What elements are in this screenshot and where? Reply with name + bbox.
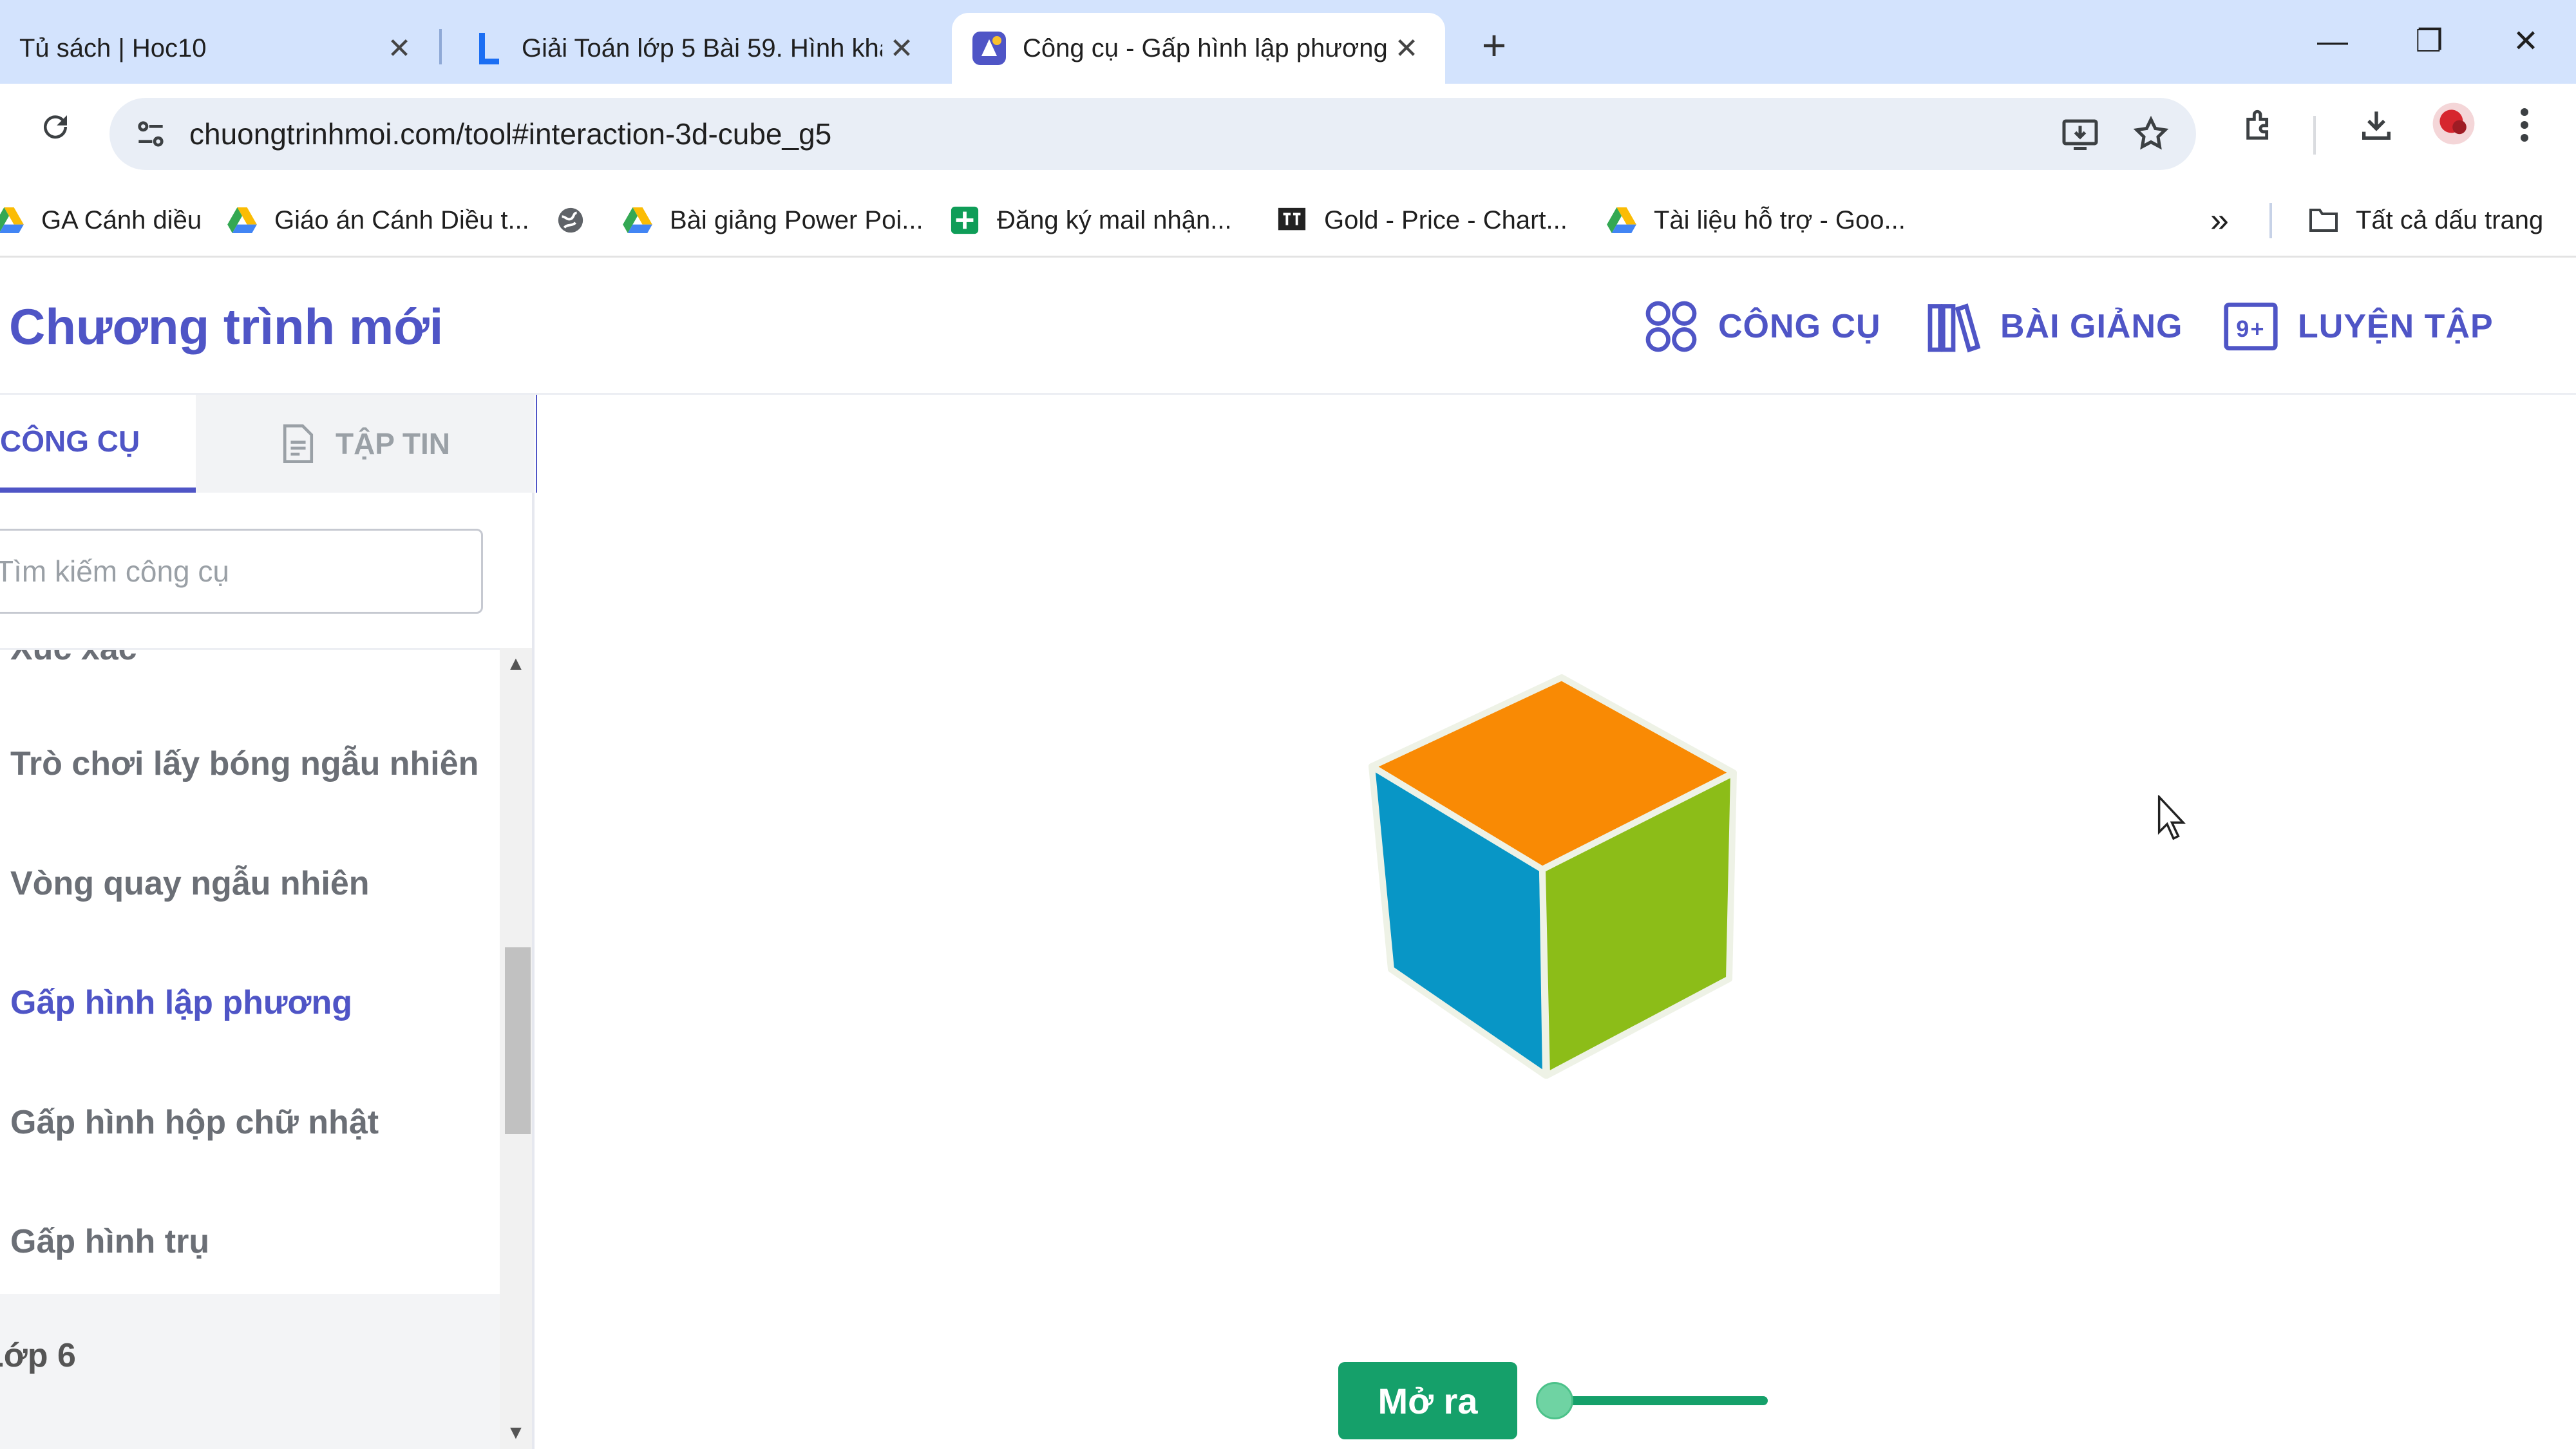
scroll-down-icon[interactable]: ▼ xyxy=(500,1417,532,1449)
drive-icon xyxy=(227,205,258,236)
bookmark-label: Tất cả dấu trang xyxy=(2356,205,2544,234)
bookmark-item[interactable]: Tài liệu hỗ trợ - Goo... xyxy=(1606,198,1906,243)
close-icon[interactable]: ✕ xyxy=(882,32,921,65)
tool-list: Xúc xắc Trò chơi lấy bóng ngẫu nhiên Vòn… xyxy=(0,648,500,1449)
grid-icon xyxy=(1645,301,1697,352)
reload-icon[interactable] xyxy=(23,100,88,165)
drive-icon xyxy=(622,205,653,236)
mouse-cursor-icon xyxy=(2157,795,2186,840)
nav-label: CÔNG CỤ xyxy=(1718,308,1881,345)
app-logo-icon xyxy=(971,30,1007,66)
nav-cong-cu[interactable]: CÔNG CỤ xyxy=(1642,298,1881,355)
tab-hoc10[interactable]: Tủ sách | Hoc10 ✕ xyxy=(0,13,438,84)
bookmark-label: Giáo án Cánh Diều t... xyxy=(274,205,529,234)
site-brand[interactable]: Chương trình mới xyxy=(9,298,443,356)
restore-button[interactable]: ❐ xyxy=(2384,13,2474,71)
close-icon[interactable]: ✕ xyxy=(1387,32,1426,65)
l-logo-icon xyxy=(470,30,506,66)
search-input[interactable] xyxy=(0,554,481,589)
nav-luyen-tap[interactable]: 9+ LUYỆN TẬP xyxy=(2222,298,2494,355)
tab-giai-toan[interactable]: Giải Toán lớp 5 Bài 59. Hình kha ✕ xyxy=(451,13,940,84)
drive-icon xyxy=(0,205,24,236)
sidebar-scrollbar[interactable]: ▲ ▼ xyxy=(500,648,532,1449)
install-app-icon[interactable] xyxy=(2061,115,2099,156)
grade-group[interactable]: Lớp 6 xyxy=(0,1294,500,1449)
practice-icon: 9+ xyxy=(2224,302,2278,351)
drive-icon xyxy=(1606,205,1637,236)
url-text: chuongtrinhmoi.com/tool#interaction-3d-c… xyxy=(189,117,832,151)
nav-label: BÀI GIẢNG xyxy=(2000,308,2183,345)
bookmark-item[interactable] xyxy=(555,198,603,243)
more-menu-icon[interactable] xyxy=(2499,100,2550,165)
toolbar-divider xyxy=(2313,116,2316,155)
site-header: Chương trình mới CÔNG CỤ BÀI GIẢNG 9+ LU… xyxy=(0,258,2576,395)
tool-search-box[interactable] xyxy=(0,529,483,614)
list-item[interactable]: Gấp hình hộp chữ nhật xyxy=(10,1103,379,1142)
tab-cong-cu-sidebar[interactable]: CÔNG CỤ xyxy=(0,395,196,493)
bookmark-label: Bài giảng Power Poi... xyxy=(670,205,923,234)
new-tab-button[interactable]: + xyxy=(1468,21,1520,72)
scroll-thumb[interactable] xyxy=(505,947,531,1134)
bookmark-item[interactable]: GA Cánh diều xyxy=(0,198,202,243)
bookmark-item[interactable]: Bài giảng Power Poi... xyxy=(622,198,923,243)
folder-icon xyxy=(2308,205,2339,236)
bookmark-star-icon[interactable] xyxy=(2132,115,2170,156)
tab-tap-tin[interactable]: TẬP TIN xyxy=(196,395,535,493)
plus-green-icon xyxy=(949,205,980,236)
scroll-up-icon[interactable]: ▲ xyxy=(500,648,532,680)
bookmark-item[interactable]: Đăng ký mail nhận... xyxy=(949,198,1232,243)
tab-title: Giải Toán lớp 5 Bài 59. Hình kha xyxy=(522,33,882,62)
sidebar-tab-label: TẬP TIN xyxy=(335,427,451,460)
bookmark-label: Gold - Price - Chart... xyxy=(1324,205,1567,234)
browser-tabstrip: Tủ sách | Hoc10 ✕ Giải Toán lớp 5 Bài 59… xyxy=(0,0,2576,84)
minimize-button[interactable]: — xyxy=(2287,13,2378,71)
cube-3d[interactable] xyxy=(1340,663,1752,1088)
nav-label: LUYỆN TẬP xyxy=(2298,308,2494,345)
address-bar[interactable]: chuongtrinhmoi.com/tool#interaction-3d-c… xyxy=(109,98,2196,170)
bookmark-label: GA Cánh diều xyxy=(41,205,202,234)
fold-slider[interactable] xyxy=(1536,1378,1768,1423)
tab-cong-cu[interactable]: Công cụ - Gấp hình lập phương ✕ xyxy=(952,13,1445,84)
list-item[interactable]: Gấp hình trụ xyxy=(10,1222,209,1261)
bookmarks-divider xyxy=(2269,203,2272,238)
avatar[interactable] xyxy=(2421,100,2486,165)
sidebar-tabs: CÔNG CỤ TẬP TIN xyxy=(0,395,535,493)
download-icon[interactable] xyxy=(2344,100,2409,165)
tab-title: Công cụ - Gấp hình lập phương xyxy=(1023,33,1387,62)
bookmark-label: Tài liệu hỗ trợ - Goo... xyxy=(1654,205,1906,234)
bookmarks-overflow-button[interactable]: » xyxy=(2210,198,2229,243)
globe-icon xyxy=(555,205,586,236)
open-button[interactable]: Mở ra xyxy=(1338,1362,1517,1439)
chart-icon xyxy=(1276,205,1307,236)
screen: Tủ sách | Hoc10 ✕ Giải Toán lớp 5 Bài 59… xyxy=(0,0,2576,1449)
browser-toolbar: chuongtrinhmoi.com/tool#interaction-3d-c… xyxy=(0,84,2576,184)
list-item[interactable]: Trò chơi lấy bóng ngẫu nhiên xyxy=(10,744,478,783)
bookmark-label: Đăng ký mail nhận... xyxy=(997,205,1232,234)
all-bookmarks-button[interactable]: Tất cả dấu trang xyxy=(2308,198,2543,243)
window-close-button[interactable]: ✕ xyxy=(2481,13,2571,71)
sidebar: CÔNG CỤ TẬP TIN Xúc xắc Trò chơi lấy bón… xyxy=(0,395,535,1449)
tab-title: Tủ sách | Hoc10 xyxy=(19,33,207,62)
tab-separator xyxy=(439,29,442,64)
bookmarks-bar: GA Cánh diều Giáo án Cánh Diều t... Bài … xyxy=(0,184,2576,258)
slider-knob[interactable] xyxy=(1536,1382,1573,1419)
list-item[interactable]: Xúc xắc xyxy=(10,650,137,668)
sidebar-tab-label: CÔNG CỤ xyxy=(0,424,140,458)
list-item-selected[interactable]: Gấp hình lập phương xyxy=(10,983,352,1022)
practice-icon-text: 9+ xyxy=(2236,316,2266,342)
site-info-icon[interactable] xyxy=(133,116,169,155)
slider-track[interactable] xyxy=(1555,1396,1768,1405)
bookmark-item[interactable]: Giáo án Cánh Diều t... xyxy=(227,198,529,243)
list-item[interactable]: Vòng quay ngẫu nhiên xyxy=(10,864,370,903)
bookmark-item[interactable]: Gold - Price - Chart... xyxy=(1276,198,1567,243)
close-icon[interactable]: ✕ xyxy=(380,32,419,65)
books-icon xyxy=(1927,303,1981,353)
group-label: Lớp 6 xyxy=(0,1337,76,1374)
file-icon xyxy=(283,424,314,463)
nav-bai-giang[interactable]: BÀI GIẢNG xyxy=(1924,298,2183,355)
extensions-icon[interactable] xyxy=(2228,100,2293,165)
